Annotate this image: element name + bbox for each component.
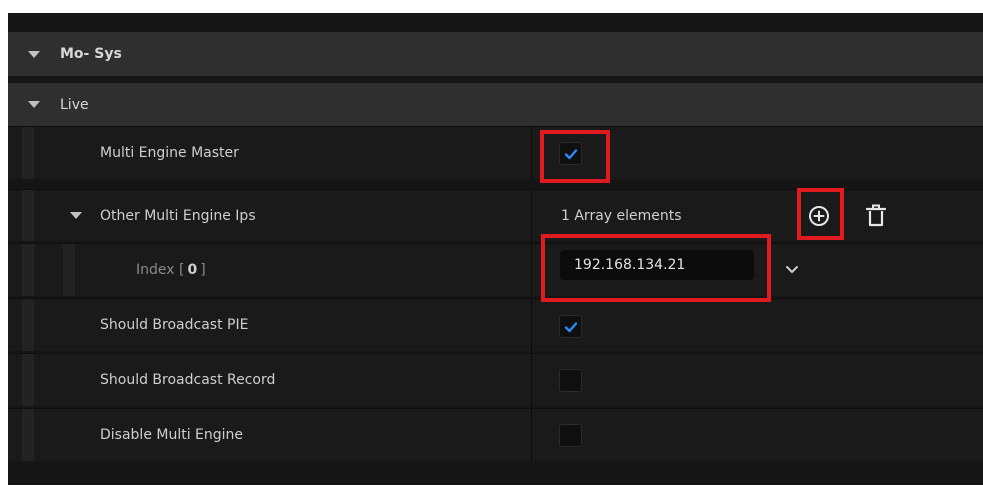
column-splitter[interactable] <box>531 409 532 461</box>
expand-triangle-icon[interactable] <box>28 50 40 58</box>
property-row-multi-engine-master: Multi Engine Master <box>8 126 983 179</box>
array-index-prefix: Index [ <box>136 262 185 278</box>
row-gutter <box>22 409 34 461</box>
expand-triangle-icon[interactable] <box>70 212 82 219</box>
details-panel: Mo- Sys Live Multi Engine Master Other M… <box>8 13 983 485</box>
expand-triangle-icon[interactable] <box>28 101 40 108</box>
array-index-label: Index [ 0 ] <box>136 244 206 296</box>
highlight-box-checkbox <box>540 130 610 183</box>
column-splitter[interactable] <box>531 244 532 296</box>
disable-multi-engine-checkbox[interactable] <box>559 424 582 447</box>
checkmark-icon <box>564 321 577 332</box>
row-gutter <box>22 354 34 406</box>
column-splitter[interactable] <box>531 354 532 406</box>
property-label: Other Multi Engine Ips <box>100 207 256 224</box>
row-gutter-nested <box>63 244 75 296</box>
column-splitter[interactable] <box>531 299 532 351</box>
chevron-down-icon[interactable] <box>785 264 799 276</box>
property-label: Multi Engine Master <box>100 145 239 161</box>
category-live-label: Live <box>60 96 89 113</box>
column-splitter[interactable] <box>531 190 532 241</box>
property-label: Disable Multi Engine <box>100 427 244 443</box>
array-index-number: 0 <box>187 262 198 278</box>
column-splitter[interactable] <box>531 127 532 179</box>
row-gutter <box>22 127 34 179</box>
property-row-should-broadcast-record: Should Broadcast Record <box>8 353 983 406</box>
property-label: Should Broadcast Record <box>100 372 276 388</box>
row-gutter <box>22 244 34 296</box>
row-gutter <box>22 190 34 241</box>
property-row-index-0: Index [ 0 ] 192.168.134.21 <box>8 243 983 296</box>
should-broadcast-record-checkbox[interactable] <box>559 369 582 392</box>
property-row-disable-multi-engine: Disable Multi Engine <box>8 408 983 461</box>
should-broadcast-pie-checkbox[interactable] <box>559 315 582 338</box>
category-live[interactable]: Live <box>8 83 983 126</box>
row-gutter <box>22 299 34 351</box>
property-label: Should Broadcast PIE <box>100 317 249 333</box>
highlight-box-add-button <box>797 188 844 240</box>
category-mosys[interactable]: Mo- Sys <box>8 32 983 76</box>
property-row-should-broadcast-pie: Should Broadcast PIE <box>8 298 983 351</box>
highlight-box-ip-field <box>541 234 771 302</box>
category-mosys-label: Mo- Sys <box>60 46 122 62</box>
trash-icon[interactable] <box>865 203 887 229</box>
array-index-suffix: ] <box>200 262 206 278</box>
